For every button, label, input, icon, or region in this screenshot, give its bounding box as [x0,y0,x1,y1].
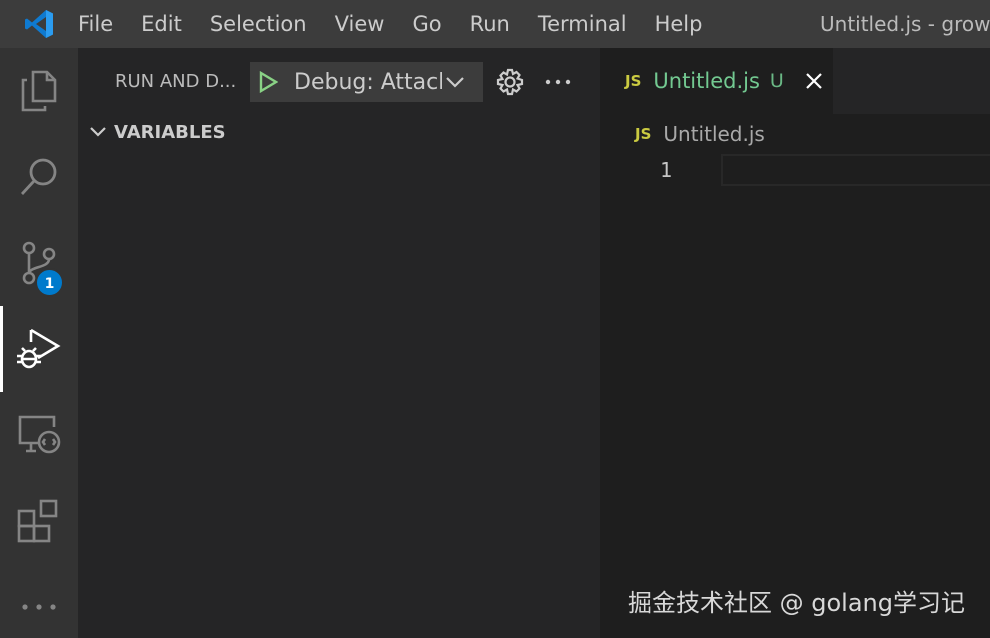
menu-run[interactable]: Run [456,0,524,48]
explorer-icon [21,70,57,112]
play-icon [259,71,278,93]
chevron-down-icon [88,122,108,142]
variables-section-header[interactable]: VARIABLES [78,115,600,149]
chevron-down-icon [442,62,468,102]
vscode-logo-icon [0,0,78,48]
title-bar: File Edit Selection View Go Run Terminal… [0,0,990,48]
menu-bar: File Edit Selection View Go Run Terminal… [78,0,716,48]
debug-config-select[interactable]: Debug: Attach [250,62,483,102]
debug-config-label: Debug: Attach [294,69,442,95]
close-tab-button[interactable] [802,69,826,93]
close-icon [806,73,822,89]
window-title: Untitled.js - growi [820,12,990,36]
editor-tab-bar: JS Untitled.js U [600,48,990,114]
gear-icon [496,68,524,96]
search-button[interactable] [0,134,78,220]
menu-selection[interactable]: Selection [196,0,321,48]
tab-untracked-status: U [769,70,784,92]
extensions-button[interactable] [0,478,78,564]
sidebar-title: RUN AND D... [115,71,237,92]
line-number: 1 [660,158,673,182]
activity-bar: 1 [0,48,78,638]
source-control-badge: 1 [35,268,64,297]
menu-help[interactable]: Help [641,0,717,48]
explorer-button[interactable] [0,48,78,134]
variables-section-title: VARIABLES [114,121,226,143]
javascript-file-icon: JS [625,72,642,90]
editor-tab-untitled-js[interactable]: JS Untitled.js U [600,48,833,114]
menu-go[interactable]: Go [398,0,455,48]
more-icon [22,604,56,610]
current-line-highlight[interactable] [721,154,990,186]
remote-explorer-icon [18,415,61,454]
breadcrumb[interactable]: JS Untitled.js [600,114,990,154]
watermark: 掘金技术社区 @ golang学习记 [628,589,965,617]
extensions-icon [17,499,58,543]
javascript-file-icon: JS [635,125,652,143]
ellipsis-icon [545,79,571,85]
open-launch-json-button[interactable] [492,66,528,98]
run-debug-button[interactable] [0,306,78,392]
source-control-button[interactable]: 1 [0,220,78,306]
start-debugging-button[interactable] [250,62,286,102]
remote-explorer-button[interactable] [0,392,78,478]
breadcrumb-file[interactable]: Untitled.js [663,122,764,146]
search-icon [20,158,57,195]
menu-view[interactable]: View [321,0,399,48]
editor-area: JS Untitled.js U JS Untitled.js 1 [600,48,990,638]
tab-label: Untitled.js [653,69,760,93]
views-more-actions-button[interactable] [540,66,576,98]
run-debug-sidebar: RUN AND D... Debug: Attach VARIABLES [78,48,600,638]
menu-file[interactable]: File [78,0,127,48]
more-actions-button[interactable] [0,564,78,638]
menu-terminal[interactable]: Terminal [524,0,641,48]
run-debug-icon [17,328,61,369]
code-line[interactable]: 1 [600,154,990,186]
menu-edit[interactable]: Edit [127,0,196,48]
